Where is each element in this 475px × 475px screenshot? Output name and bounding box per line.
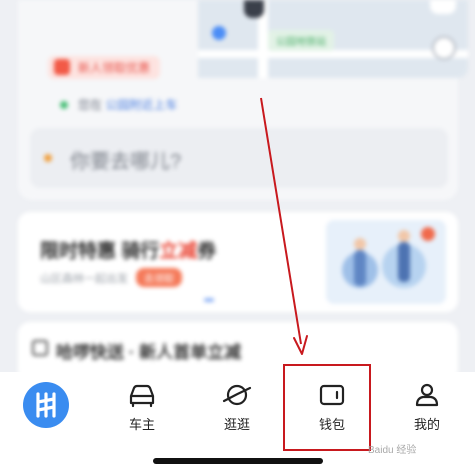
map-route-label: 公园地铁站 xyxy=(268,30,334,51)
hellobike-logo-icon xyxy=(36,392,56,418)
promo-subtitle: 山区森林一起出发 去领取 xyxy=(40,268,182,287)
tab-label-mine: 我的 xyxy=(413,417,440,432)
carousel-indicator xyxy=(204,298,214,302)
promo-title: 限时特惠 骑行立减券 xyxy=(40,241,217,262)
watermark: Baidu 经验 xyxy=(368,445,417,456)
feature-icon xyxy=(32,340,48,356)
destination-placeholder: 你要去哪儿? xyxy=(70,151,182,173)
promo-tag[interactable]: 去领取 xyxy=(136,268,182,287)
pickup-dot-icon xyxy=(60,101,68,109)
home-content: 公园地铁站 新人领取优惠 您在 公园附近上车 你要去哪儿? 限时特惠 骑行立减券… xyxy=(0,0,475,372)
planet-icon xyxy=(222,384,252,406)
map-pin-icon xyxy=(244,0,264,18)
map-card[interactable]: 公园地铁站 新人领取优惠 您在 公园附近上车 你要去哪儿? xyxy=(18,0,468,200)
map-control[interactable] xyxy=(430,0,456,14)
tab-mine[interactable]: 我的 xyxy=(387,382,467,442)
home-indicator[interactable] xyxy=(153,458,323,464)
tab-label-explore: 逛逛 xyxy=(223,417,250,432)
car-icon xyxy=(129,384,155,408)
pickup-row[interactable]: 您在 公园附近上车 xyxy=(60,96,177,113)
promo-illustration xyxy=(326,220,446,304)
pickup-place: 公园附近上车 xyxy=(105,98,178,112)
tab-label-car-owner: 车主 xyxy=(128,417,155,432)
promo-banner[interactable]: 限时特惠 骑行立减券 山区森林一起出发 去领取 xyxy=(18,212,458,312)
person-icon xyxy=(415,383,439,407)
locate-button[interactable] xyxy=(432,36,456,60)
feature-title: 哈啰快送 · 新人首单立减 xyxy=(56,343,242,362)
promo-pill[interactable]: 新人领取优惠 xyxy=(48,56,161,79)
tab-car-owner[interactable]: 车主 xyxy=(102,382,182,442)
tab-explore[interactable]: 逛逛 xyxy=(197,382,277,442)
tab-home[interactable] xyxy=(23,382,69,428)
destination-input[interactable]: 你要去哪儿? xyxy=(30,128,448,188)
pickup-prefix: 您在 xyxy=(78,98,103,112)
current-location-icon xyxy=(212,26,226,40)
annotation-highlight-box xyxy=(283,364,371,451)
feature-card[interactable]: 哈啰快送 · 新人首单立减 xyxy=(18,322,458,372)
destination-dot-icon xyxy=(44,154,52,162)
